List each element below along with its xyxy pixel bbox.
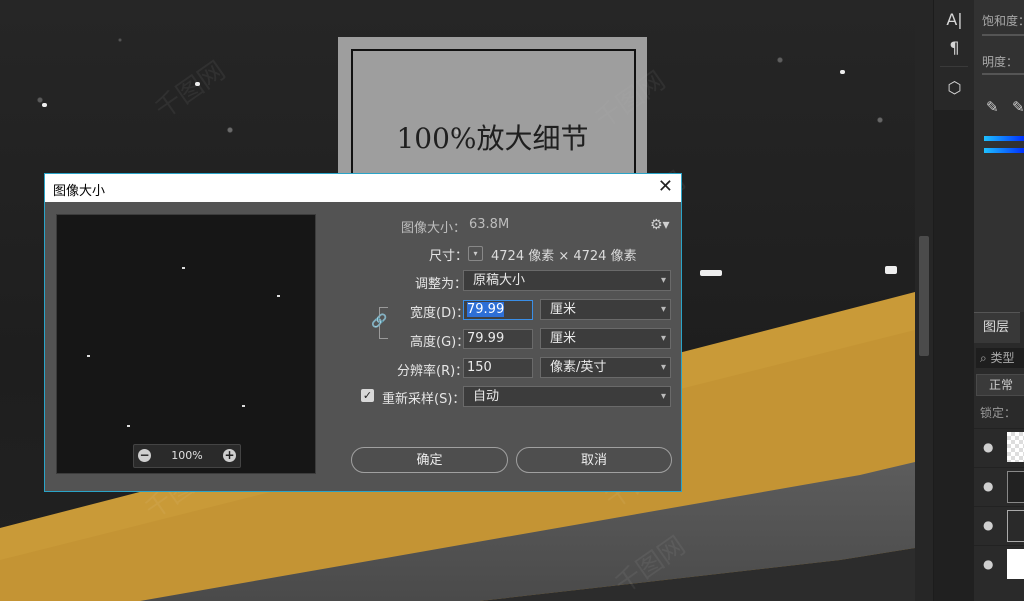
tool-strip-empty bbox=[934, 110, 975, 601]
dimensions-value: 4724 像素 × 4724 像素 bbox=[491, 249, 637, 264]
ok-button[interactable]: 确定 bbox=[351, 447, 508, 473]
divider bbox=[940, 66, 968, 67]
height-label: 高度(G)： bbox=[410, 335, 470, 350]
preview-speck bbox=[127, 425, 130, 427]
visibility-eye-icon[interactable]: ● bbox=[983, 518, 993, 532]
layer-row[interactable]: ● bbox=[974, 428, 1024, 465]
zoom-out-icon[interactable]: − bbox=[138, 449, 151, 462]
resolution-field[interactable]: 150 bbox=[463, 358, 533, 378]
layer-row[interactable]: ● bbox=[974, 545, 1024, 582]
visibility-eye-icon[interactable]: ● bbox=[983, 557, 993, 571]
dimensions-label: 尺寸： bbox=[429, 249, 469, 264]
color-range-bar bbox=[984, 148, 1024, 153]
paint-speck bbox=[42, 103, 47, 107]
image-size-value: 63.8M bbox=[469, 217, 510, 232]
zoom-in-icon[interactable]: + bbox=[223, 449, 236, 462]
fit-to-label: 调整为： bbox=[415, 277, 468, 292]
tab-layers[interactable]: 图层 bbox=[974, 312, 1020, 343]
height-unit-value: 厘米 bbox=[550, 331, 577, 346]
chevron-down-icon: ▾ bbox=[660, 333, 666, 344]
brightness-slider[interactable] bbox=[982, 73, 1024, 75]
eyedropper-plus-icon[interactable]: ✎ bbox=[1012, 98, 1024, 116]
width-value: 79.99 bbox=[467, 302, 505, 317]
blend-mode-select[interactable]: 正常 bbox=[976, 374, 1024, 396]
eyedropper-icon[interactable]: ✎ bbox=[986, 98, 999, 116]
height-unit-select[interactable]: 厘米 ▾ bbox=[540, 328, 671, 349]
width-label: 宽度(D)： bbox=[410, 306, 470, 321]
dialog-titlebar[interactable]: 图像大小 ✕ bbox=[45, 174, 681, 202]
preview-speck bbox=[182, 267, 185, 269]
paint-speck bbox=[885, 266, 897, 274]
image-size-dialog: 图像大小 ✕ − 100% + 图像大小： 63.8M ⚙▾ 尺寸： ▾ 472… bbox=[44, 173, 682, 492]
preview-zoom-control: − 100% + bbox=[133, 444, 241, 468]
chevron-down-icon[interactable]: ▾ bbox=[468, 246, 483, 261]
layer-thumbnail bbox=[1007, 471, 1024, 503]
layer-row[interactable]: ● bbox=[974, 467, 1024, 504]
brightness-label: 明度： bbox=[982, 55, 1019, 69]
chevron-down-icon: ▾ bbox=[660, 275, 666, 286]
saturation-label: 饱和度： bbox=[982, 14, 1024, 28]
layer-filter-input[interactable]: ⌕ 类型 bbox=[976, 348, 1024, 368]
layer-filter-label: 类型 bbox=[990, 351, 1015, 365]
paint-speck bbox=[840, 70, 845, 74]
preview-speck bbox=[242, 405, 245, 407]
resolution-label: 分辨率(R)： bbox=[397, 364, 469, 379]
layer-row[interactable]: ● bbox=[974, 506, 1024, 543]
fit-to-select[interactable]: 原稿大小 ▾ bbox=[463, 270, 671, 291]
preview-pane[interactable]: − 100% + bbox=[56, 214, 316, 474]
dialog-title: 图像大小 bbox=[53, 184, 106, 199]
resample-checkbox[interactable]: ✓ bbox=[361, 389, 374, 402]
visibility-eye-icon[interactable]: ● bbox=[983, 440, 993, 454]
height-field[interactable]: 79.99 bbox=[463, 329, 533, 349]
scrollbar-thumb[interactable] bbox=[919, 236, 929, 356]
chevron-down-icon: ▾ bbox=[660, 391, 666, 402]
resample-value: 自动 bbox=[473, 389, 500, 404]
zoom-detail-caption: 100%放大细节 bbox=[396, 122, 589, 155]
canvas-scrollbar[interactable] bbox=[915, 0, 933, 601]
width-field[interactable]: 79.99 bbox=[463, 300, 533, 320]
watermark: 千图网 bbox=[149, 55, 231, 126]
preview-speck bbox=[87, 355, 90, 357]
visibility-eye-icon[interactable]: ● bbox=[983, 479, 993, 493]
3d-cube-icon[interactable]: ⬡ bbox=[934, 78, 975, 97]
right-panel: 饱和度： 明度： ✎ ✎ 图层 ⌕ 类型 正常 锁定： ● ● ● ● bbox=[974, 0, 1024, 601]
chevron-down-icon: ▾ bbox=[660, 362, 666, 373]
paint-speck bbox=[700, 270, 722, 276]
layer-thumbnail bbox=[1007, 549, 1024, 579]
panel-tool-strip: A| ¶ ⬡ bbox=[933, 0, 975, 601]
resolution-unit-value: 像素/英寸 bbox=[550, 360, 607, 375]
layer-thumbnail bbox=[1007, 510, 1024, 542]
chevron-down-icon: ▾ bbox=[660, 304, 666, 315]
width-unit-value: 厘米 bbox=[550, 302, 577, 317]
resolution-unit-select[interactable]: 像素/英寸 ▾ bbox=[540, 357, 671, 378]
width-unit-select[interactable]: 厘米 ▾ bbox=[540, 299, 671, 320]
character-panel-icon[interactable]: A| bbox=[934, 10, 975, 29]
cancel-button[interactable]: 取消 bbox=[516, 447, 672, 473]
close-icon[interactable]: ✕ bbox=[658, 176, 673, 197]
image-size-label: 图像大小： bbox=[401, 221, 467, 236]
fit-to-value: 原稿大小 bbox=[473, 273, 526, 288]
paragraph-panel-icon[interactable]: ¶ bbox=[934, 38, 975, 57]
layers-panel: 图层 ⌕ 类型 正常 锁定： ● ● ● ● bbox=[974, 312, 1024, 601]
layer-thumbnail bbox=[1007, 432, 1024, 462]
link-icon[interactable]: 🔗 bbox=[371, 314, 387, 330]
saturation-slider[interactable] bbox=[982, 34, 1024, 36]
resample-select[interactable]: 自动 ▾ bbox=[463, 386, 671, 407]
resample-label: 重新采样(S)： bbox=[382, 392, 466, 407]
preview-speck bbox=[277, 295, 280, 297]
color-range-bar bbox=[984, 136, 1024, 141]
lock-label: 锁定： bbox=[980, 406, 1017, 420]
preview-zoom-value: 100% bbox=[171, 449, 203, 462]
gear-icon[interactable]: ⚙▾ bbox=[650, 217, 670, 233]
